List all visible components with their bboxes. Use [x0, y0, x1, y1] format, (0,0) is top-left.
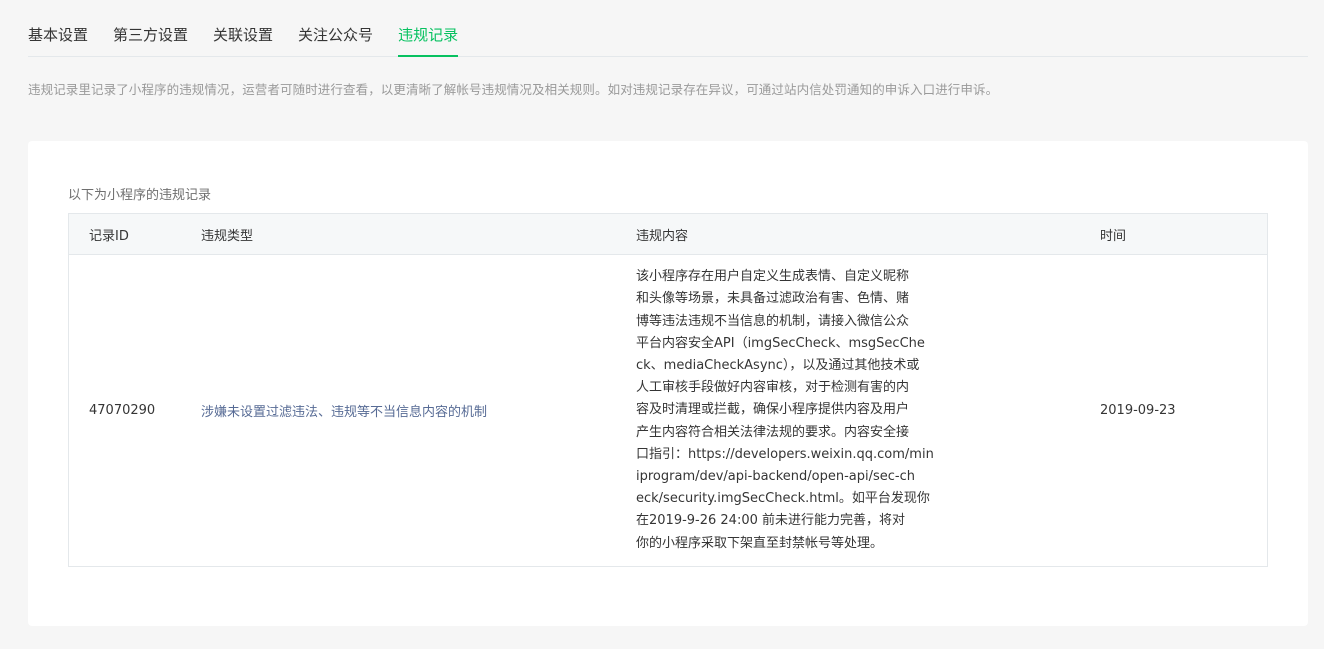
header-time: 时间	[1100, 228, 1127, 244]
table-row: 47070290 涉嫌未设置过滤违法、违规等不当信息内容的机制 该小程序存在用户…	[69, 255, 1267, 566]
settings-tabs: 基本设置 第三方设置 关联设置 关注公众号 违规记录	[28, 22, 1308, 57]
record-id: 47070290	[89, 403, 156, 418]
violation-content-cell: 该小程序存在用户自定义生成表情、自定义昵称 和头像等场景，未具备过滤政治有害、色…	[616, 266, 1080, 555]
card-title: 以下为小程序的违规记录	[68, 188, 212, 203]
header-violation-type: 违规类型	[201, 228, 254, 244]
record-time: 2019-09-23	[1100, 403, 1176, 418]
tab-association-settings[interactable]: 关联设置	[213, 22, 273, 57]
violation-type-link[interactable]: 涉嫌未设置过滤违法、违规等不当信息内容的机制	[201, 405, 487, 420]
header-violation-content: 违规内容	[636, 228, 689, 244]
tab-third-party-settings[interactable]: 第三方设置	[113, 22, 188, 57]
tab-violation-records[interactable]: 违规记录	[398, 22, 459, 57]
violation-content: 该小程序存在用户自定义生成表情、自定义昵称 和头像等场景，未具备过滤政治有害、色…	[636, 269, 934, 551]
violation-records-page: 基本设置 第三方设置 关联设置 关注公众号 违规记录 违规记录里记录了小程序的违…	[0, 0, 1324, 649]
table-header: 记录ID 违规类型 违规内容 时间	[69, 214, 1267, 255]
records-card: 以下为小程序的违规记录 记录ID 违规类型 违规内容 时间 47070290 涉…	[28, 141, 1308, 626]
violation-type-cell: 涉嫌未设置过滤违法、违规等不当信息内容的机制	[181, 401, 616, 420]
header-record-id: 记录ID	[89, 228, 129, 244]
violation-table: 记录ID 违规类型 违规内容 时间 47070290 涉嫌未设置过滤违法、违规等…	[68, 213, 1268, 567]
tab-follow-official-account[interactable]: 关注公众号	[298, 22, 373, 57]
tab-basic-settings[interactable]: 基本设置	[28, 22, 88, 57]
page-description: 违规记录里记录了小程序的违规情况，运营者可随时进行查看，以更清晰了解帐号违规情况…	[28, 82, 999, 97]
